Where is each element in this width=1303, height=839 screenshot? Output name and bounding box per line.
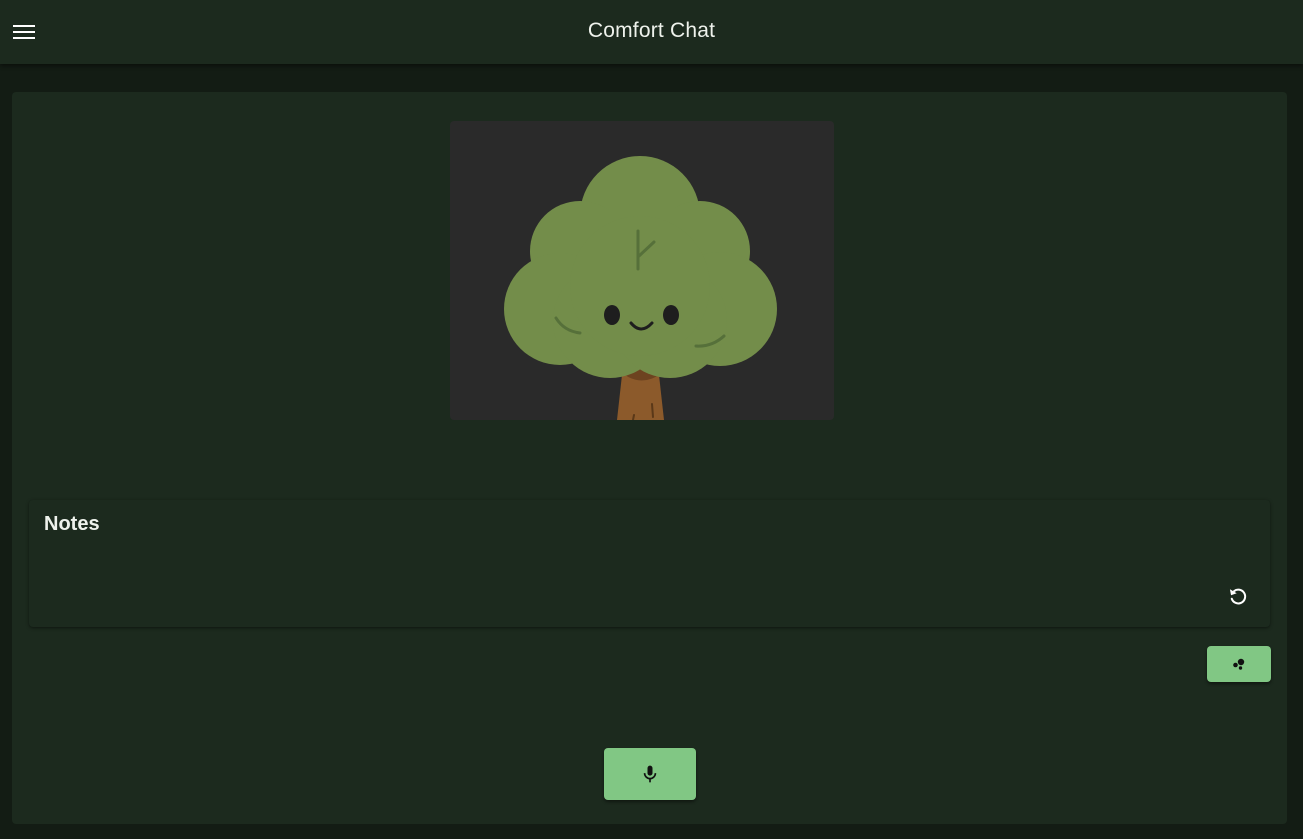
app-bar: Comfort Chat <box>0 0 1303 64</box>
app-title: Comfort Chat <box>587 19 716 42</box>
avatar-frame <box>450 121 834 420</box>
bubbles-button[interactable] <box>1207 646 1271 682</box>
main-card: Notes <box>12 92 1287 824</box>
microphone-button[interactable] <box>604 748 696 800</box>
refresh-icon <box>1229 588 1247 605</box>
notes-title: Notes <box>44 513 100 535</box>
microphone-icon <box>643 765 657 783</box>
notes-panel: Notes <box>29 500 1270 627</box>
bubbles-icon <box>1233 658 1245 670</box>
reset-notes-button[interactable] <box>1222 580 1254 612</box>
smiling-tree-avatar <box>504 156 777 420</box>
